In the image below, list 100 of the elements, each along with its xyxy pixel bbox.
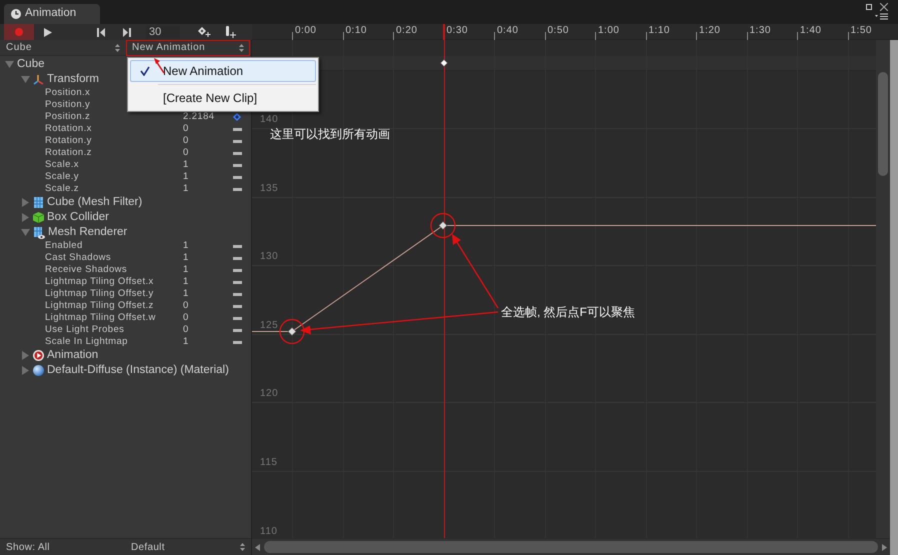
time-label: 1:40: [799, 24, 822, 38]
window-tab[interactable]: Animation: [4, 4, 100, 24]
menu-item[interactable]: New Animation: [130, 60, 316, 82]
value-label: 130: [260, 252, 278, 262]
maximize-icon[interactable]: [866, 4, 872, 10]
property-value[interactable]: 1: [183, 264, 231, 276]
grid-eye-icon: [33, 226, 45, 238]
horizontal-scrollbar[interactable]: [252, 538, 890, 555]
frame-field[interactable]: 30: [146, 26, 180, 38]
property-label[interactable]: Rotation.z: [45, 147, 175, 159]
dash-icon[interactable]: [233, 140, 242, 142]
property-label[interactable]: Position.z: [45, 111, 175, 123]
property-value[interactable]: 2.2184: [183, 111, 231, 123]
sphere-icon: [33, 365, 44, 376]
play-circle-icon: [33, 350, 44, 361]
scroll-left-icon[interactable]: [255, 544, 260, 550]
property-label[interactable]: Lightmap Tiling Offset.z: [45, 300, 175, 312]
property-value[interactable]: 1: [183, 288, 231, 300]
dash-icon[interactable]: [233, 268, 242, 272]
property-label[interactable]: Lightmap Tiling Offset.x: [45, 276, 175, 288]
time-label: 1:20: [698, 24, 720, 38]
value-label: 110: [260, 526, 278, 537]
show-filter[interactable]: Show: All: [0, 540, 126, 554]
dash-icon[interactable]: [233, 280, 242, 284]
property-label[interactable]: Cast Shadows: [45, 252, 175, 264]
component-label[interactable]: Mesh Renderer: [48, 225, 128, 240]
clock-icon: [11, 9, 21, 19]
dash-icon[interactable]: [233, 292, 242, 296]
property-label[interactable]: Scale.x: [45, 159, 175, 171]
property-label[interactable]: Receive Shadows: [45, 264, 175, 276]
cube-icon: [33, 212, 44, 223]
dash-icon[interactable]: [233, 256, 242, 260]
property-value[interactable]: 0: [183, 135, 231, 147]
value-label: 140: [260, 115, 278, 125]
dash-icon[interactable]: [233, 244, 242, 248]
time-label: 0:00: [294, 24, 316, 38]
component-label[interactable]: Transform: [47, 72, 99, 87]
property-label[interactable]: Lightmap Tiling Offset.w: [45, 312, 175, 324]
value-label: 135: [260, 184, 278, 194]
property-label[interactable]: Lightmap Tiling Offset.y: [45, 288, 175, 300]
time-label: 1:50: [850, 24, 872, 38]
dash-icon[interactable]: [233, 328, 242, 332]
mode-dropdown[interactable]: Default: [126, 540, 250, 554]
property-label[interactable]: Scale.y: [45, 171, 175, 183]
object-label[interactable]: Cube: [17, 57, 44, 72]
property-value[interactable]: 1: [183, 240, 231, 252]
vertical-scrollbar[interactable]: [876, 40, 890, 538]
dash-icon[interactable]: [233, 316, 242, 320]
property-label[interactable]: Scale In Lightmap: [45, 336, 175, 348]
property-value[interactable]: 1: [183, 276, 231, 288]
property-value[interactable]: 0: [183, 147, 231, 159]
add-event-icon: [225, 26, 237, 38]
property-value[interactable]: 0: [183, 312, 231, 324]
value-label: 120: [260, 389, 278, 400]
dash-icon[interactable]: [233, 304, 242, 308]
property-value[interactable]: 1: [183, 336, 231, 348]
dash-icon[interactable]: [233, 128, 242, 130]
property-label[interactable]: Use Light Probes: [45, 324, 175, 336]
component-label[interactable]: Box Collider: [47, 210, 109, 225]
annotation-arrow: [154, 58, 166, 74]
property-value[interactable]: 1: [183, 252, 231, 264]
keyframe-diamond-icon[interactable]: [233, 113, 241, 121]
updown-icon: [115, 44, 120, 52]
scroll-right-icon[interactable]: [882, 544, 887, 550]
time-label: 1:30: [748, 24, 771, 38]
component-label[interactable]: Animation: [47, 348, 98, 363]
property-label[interactable]: Rotation.x: [45, 123, 175, 135]
record-dot-icon: [15, 28, 23, 36]
dash-icon[interactable]: [233, 340, 242, 344]
object-dropdown[interactable]: Cube: [0, 40, 126, 55]
clip-dropdown[interactable]: New Animation: [126, 40, 250, 56]
previous-key-icon: [97, 28, 105, 36]
property-label[interactable]: Enabled: [45, 240, 175, 252]
tab-title: Animation: [25, 6, 76, 22]
property-label[interactable]: Rotation.y: [45, 135, 175, 147]
property-value[interactable]: 1: [183, 171, 231, 183]
highlight-circle: [279, 318, 305, 344]
property-value[interactable]: 1: [183, 159, 231, 171]
check-icon: [140, 66, 150, 76]
property-value[interactable]: 0: [183, 324, 231, 336]
value-label: 125: [260, 320, 278, 331]
close-icon[interactable]: [880, 3, 888, 11]
property-label[interactable]: Scale.z: [45, 183, 175, 195]
time-label: 0:20: [395, 24, 418, 38]
time-ruler[interactable]: 0:00 0:10 0:20 0:30 0:40 0:50 1:00 1:10 1:20 1:30 1:40 1:50: [252, 24, 898, 40]
keyframe-marker-icon[interactable]: [440, 59, 448, 67]
property-value[interactable]: 0: [183, 123, 231, 135]
component-label[interactable]: Default-Diffuse (Instance) (Material): [47, 363, 229, 378]
add-keyframe-icon: [198, 27, 212, 37]
property-value[interactable]: 0: [183, 300, 231, 312]
menu-icon[interactable]: [875, 13, 888, 20]
property-value[interactable]: 1: [183, 183, 231, 195]
dash-icon[interactable]: [233, 188, 242, 190]
time-label: 0:50: [546, 24, 569, 38]
component-label[interactable]: Cube (Mesh Filter): [47, 195, 142, 210]
next-key-icon: [123, 28, 131, 36]
dash-icon[interactable]: [233, 164, 242, 166]
dash-icon[interactable]: [233, 152, 242, 154]
updown-icon: [240, 543, 245, 551]
dash-icon[interactable]: [233, 176, 242, 178]
